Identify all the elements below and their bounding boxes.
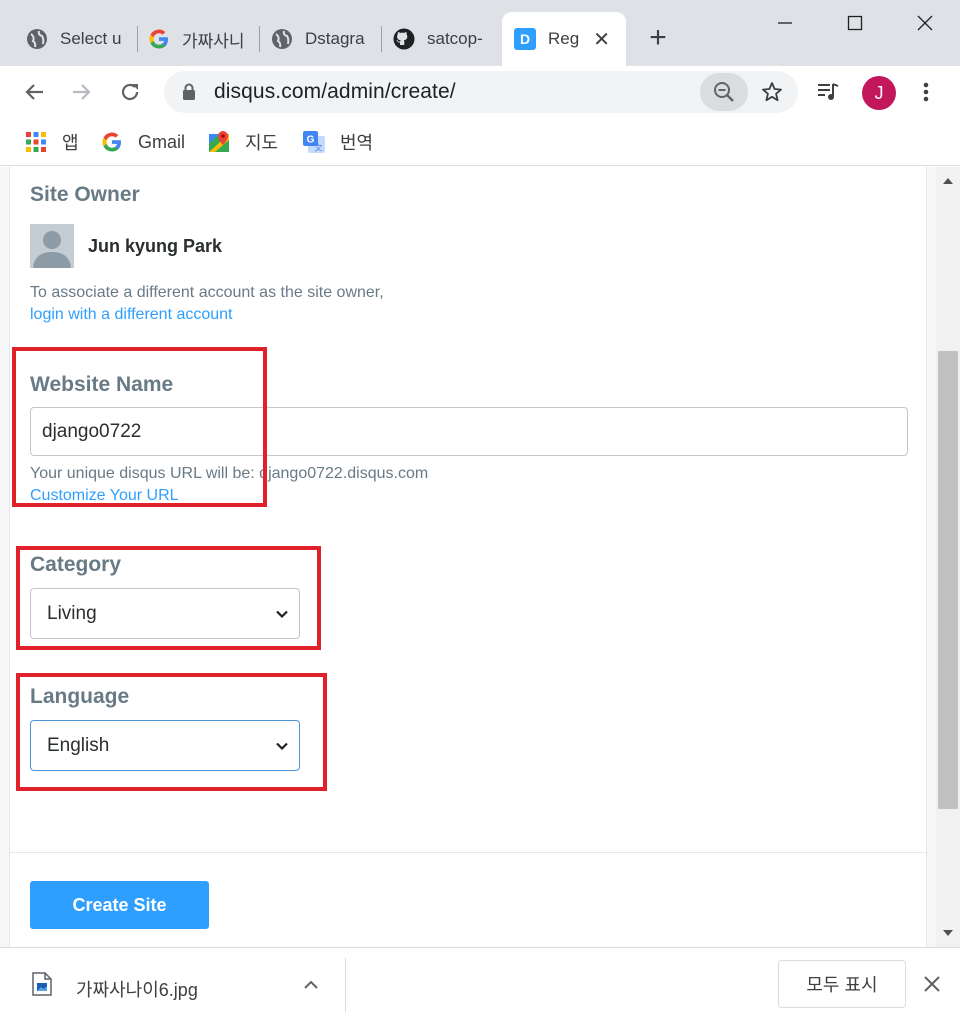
chevron-up-icon [304,980,318,989]
forward-button[interactable] [64,74,100,110]
svg-text:文: 文 [315,143,323,153]
reload-icon [121,83,139,101]
form-divider [10,852,928,853]
new-tab-button[interactable]: + [640,20,676,56]
close-download-bar-icon [924,976,940,992]
create-site-button[interactable]: Create Site [30,881,209,929]
show-all-downloads-button[interactable]: 모두 표시 [778,960,906,1008]
bookmark-apps[interactable]: 앱 [24,126,79,158]
tab-1[interactable]: Select u [26,12,128,66]
bookmark-translate[interactable]: G文 번역 [302,126,373,158]
address-text: disqus.com/admin/create/ [214,80,456,103]
bookmark-label: 번역 [340,133,374,153]
disqus-icon: D [514,28,536,50]
tab-separator [137,26,138,52]
apps-grid-icon [24,130,48,154]
vertical-scrollbar[interactable] [936,167,960,947]
owner-name: Jun kyung Park [88,235,223,256]
bookmark-label: 앱 [62,133,79,153]
bookmark-gmail[interactable]: Gmail [100,126,185,158]
close-window-button[interactable] [890,0,960,46]
annotation-box-category [16,546,321,650]
browser-toolbar: disqus.com/admin/create/ [0,66,960,118]
google-icon [100,130,124,154]
tab-strip: Select u 가짜사니 Dstagra satcop- D Reg ✕ + [0,0,960,66]
profile-avatar[interactable]: J [862,76,896,110]
tab-title: 가짜사니 [182,31,245,51]
back-button[interactable] [16,74,52,110]
bookmark-label: Gmail [138,131,186,152]
star-icon [762,82,782,102]
owner-avatar [30,224,74,268]
download-bar: 가짜사나이6.jpg 모두 표시 [0,947,960,1020]
bookmarks-bar: 앱 Gmail 지도 G文 번역 [0,118,960,166]
translate-icon: G文 [302,130,326,154]
download-separator [345,958,346,1012]
address-bar[interactable]: disqus.com/admin/create/ [164,71,798,113]
forward-arrow-icon [73,84,91,100]
maximize-button[interactable] [820,0,890,46]
svg-text:G: G [307,135,315,146]
tab-5-active[interactable]: D Reg ✕ [502,12,626,66]
associate-text: To associate a different account as the … [30,284,384,301]
bookmark-star-button[interactable] [754,74,790,110]
menu-button[interactable] [908,74,944,110]
tab-separator [259,26,260,52]
download-file-name[interactable]: 가짜사나이6.jpg [76,976,198,1002]
lock-icon [182,83,202,101]
tab-title: Select u [60,29,122,48]
tab-title: satcop- [427,29,483,48]
annotation-box-website-name [12,347,267,507]
svg-text:D: D [520,31,530,47]
reload-button[interactable] [112,74,148,110]
google-icon [148,28,170,50]
github-icon [393,28,415,50]
back-arrow-icon [25,84,43,100]
globe-icon [26,28,48,50]
maps-icon [207,130,231,154]
scrollbar-thumb[interactable] [938,351,958,809]
tab-separator [381,26,382,52]
globe-icon [271,28,293,50]
kebab-menu-icon [923,82,929,102]
tab-4[interactable]: satcop- [393,12,493,66]
tab-title: Reg [548,29,580,48]
annotation-box-language [16,673,327,791]
bookmark-maps[interactable]: 지도 [207,126,278,158]
media-control-button[interactable] [810,74,846,110]
close-tab-icon[interactable]: ✕ [593,27,610,52]
owner-row: Jun kyung Park [30,224,222,268]
zoom-button[interactable] [700,73,748,111]
tab-title: Dstagra [305,29,365,48]
zoom-out-icon [714,82,734,102]
image-file-icon [32,972,52,996]
tab-2[interactable]: 가짜사니 [148,12,250,66]
bookmark-label: 지도 [245,133,279,153]
login-different-account-link[interactable]: login with a different account [30,306,233,324]
tab-3[interactable]: Dstagra [271,12,373,66]
page-viewport: Site Owner Jun kyung Park To associate a… [0,167,936,947]
default-user-icon [33,231,71,268]
minimize-button[interactable] [750,0,820,46]
scroll-up-arrow-icon [943,178,953,184]
site-owner-heading: Site Owner [30,183,140,206]
scroll-down-arrow-icon [943,930,953,936]
playlist-icon [818,83,839,100]
